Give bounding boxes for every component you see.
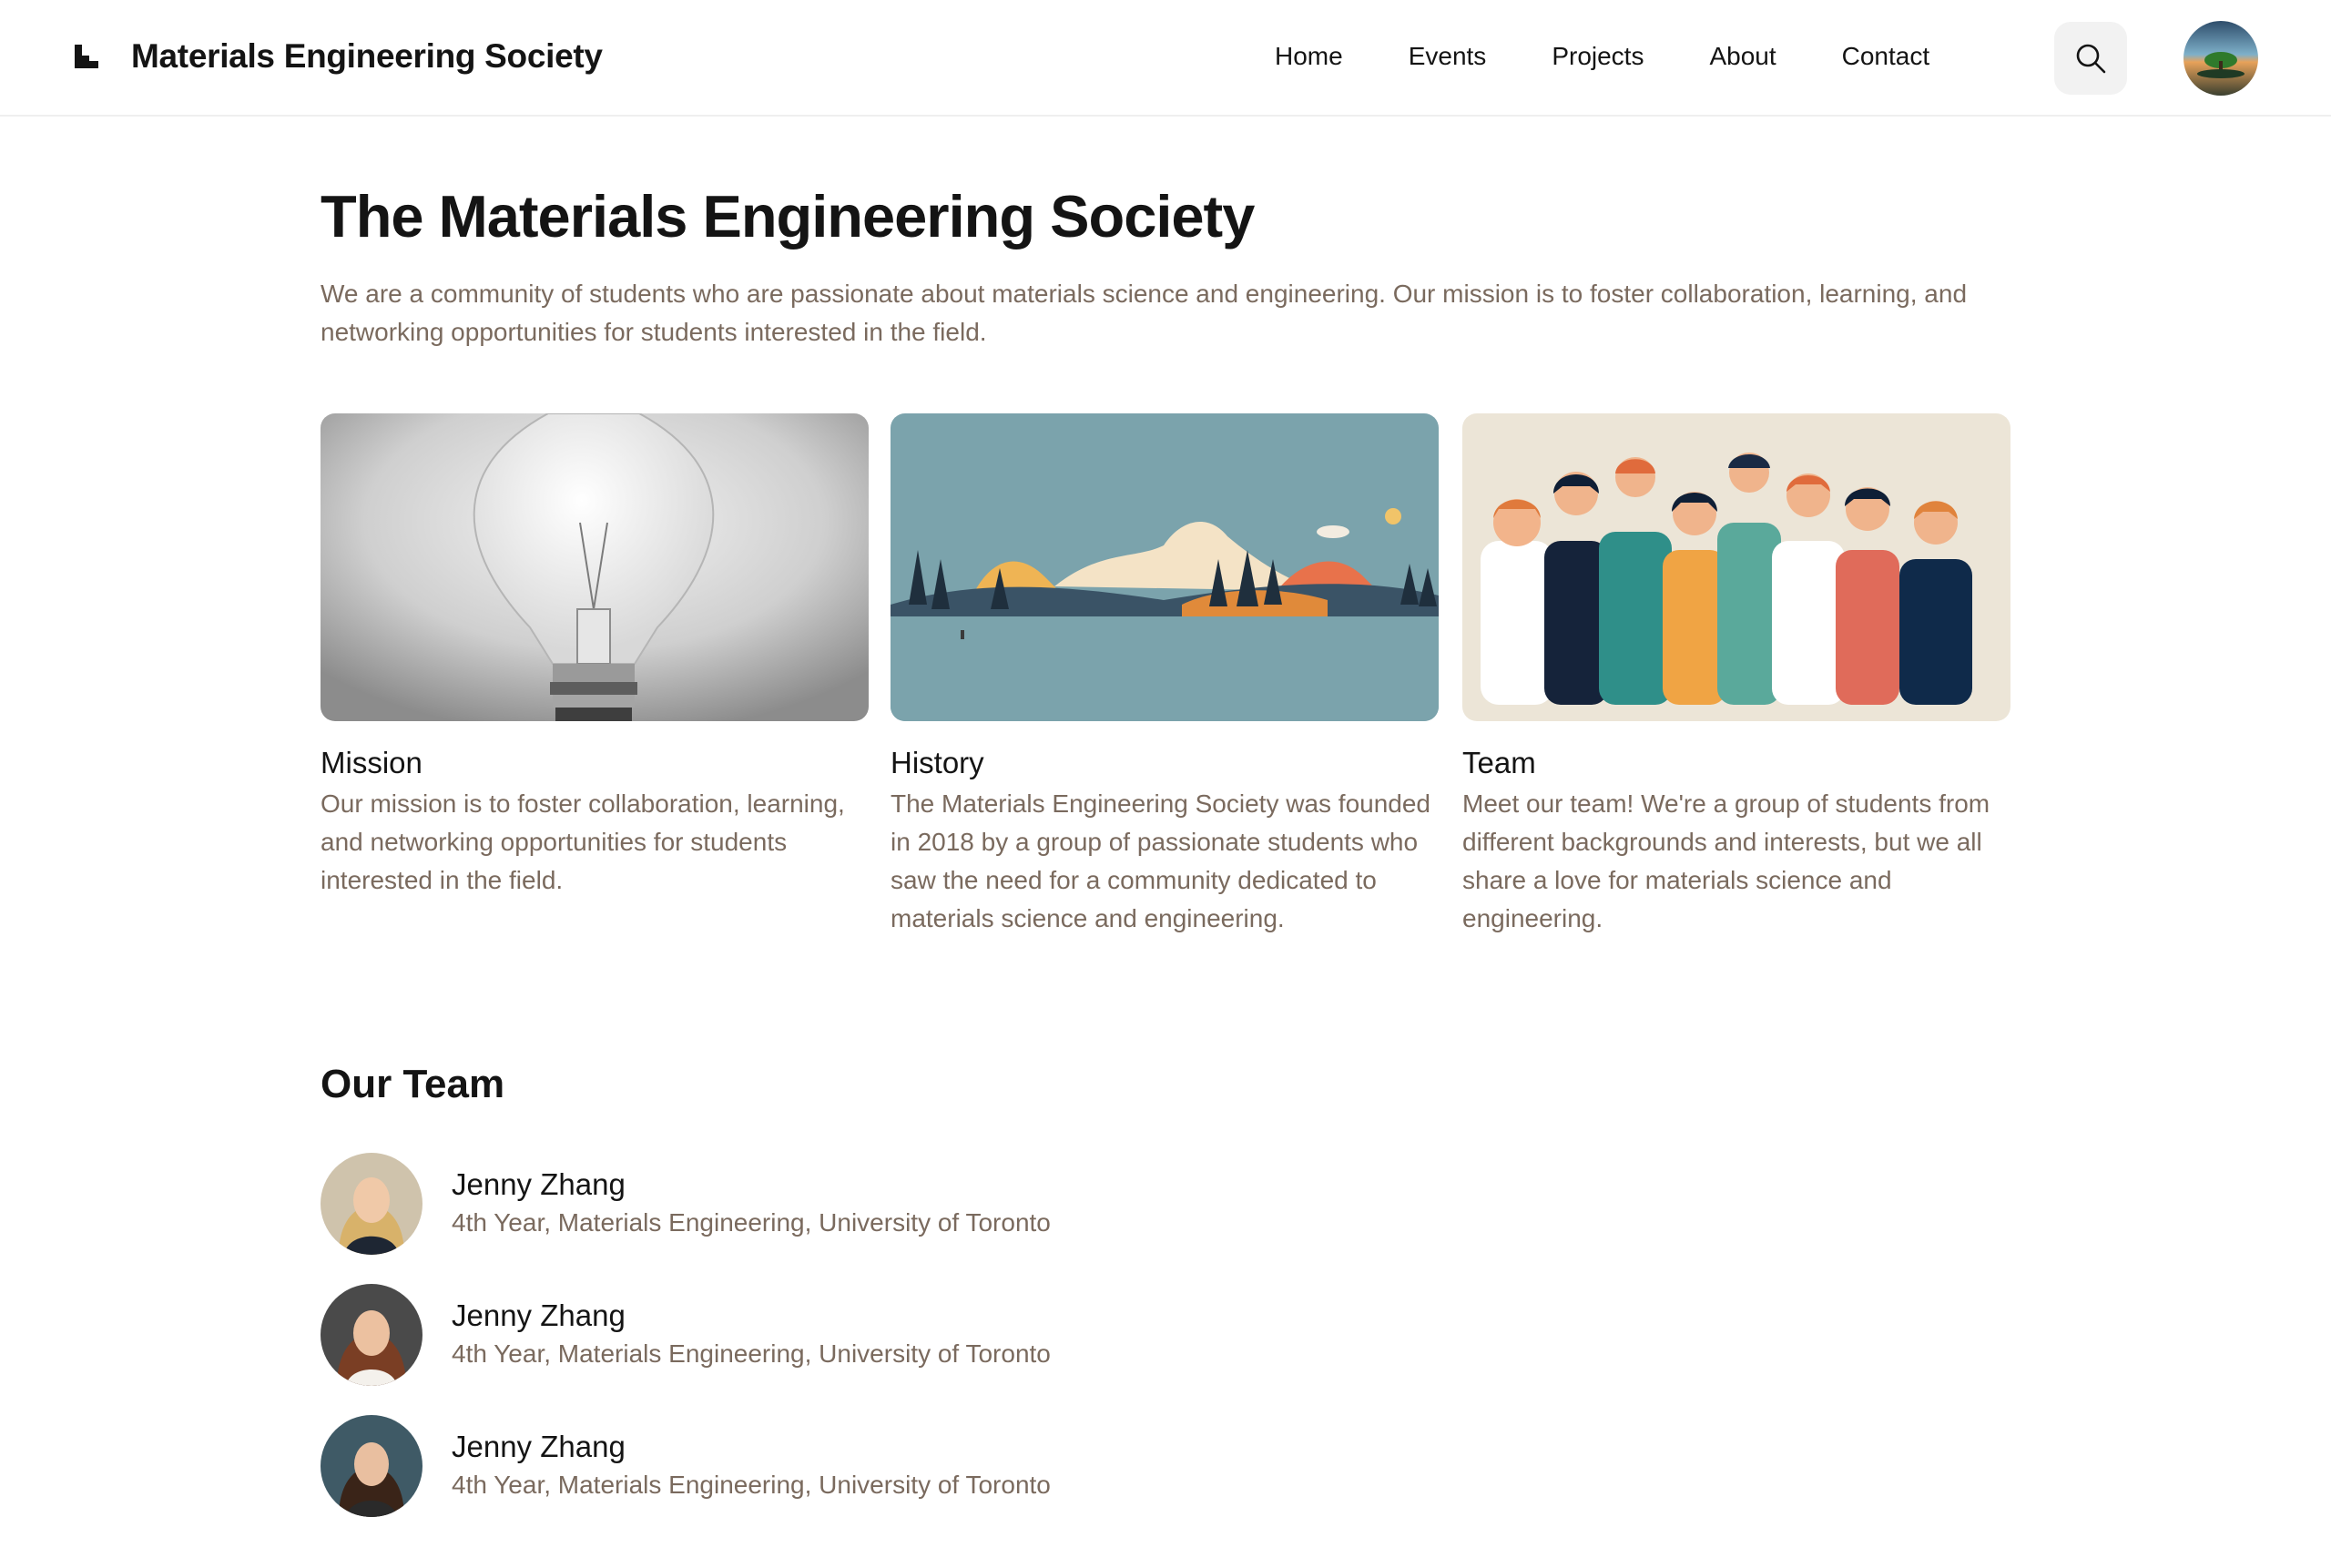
card-mission: Mission Our mission is to foster collabo… (321, 413, 869, 900)
intro-paragraph: We are a community of students who are p… (321, 280, 1968, 346)
card-title: Team (1462, 746, 1536, 779)
member-name: Jenny Zhang (452, 1298, 626, 1332)
card-history: History The Materials Engineering Societ… (891, 413, 1439, 938)
main-nav: Home Events Projects About Contact (1275, 0, 1929, 113)
member-avatar (321, 1284, 422, 1386)
top-navigation-bar: Materials Engineering Society Home Event… (0, 0, 2331, 117)
profile-avatar[interactable] (2183, 21, 2258, 96)
nav-about[interactable]: About (1709, 42, 1776, 71)
card-team: Team Meet our team! We're a group of stu… (1462, 413, 2010, 938)
member-name: Jenny Zhang (452, 1430, 626, 1463)
landscape-image (891, 413, 1439, 721)
team-member[interactable]: Jenny Zhang 4th Year, Materials Engineer… (321, 1284, 1140, 1386)
page-title: The Materials Engineering Society (321, 183, 1255, 249)
nav-contact[interactable]: Contact (1842, 42, 1930, 71)
card-text: Our mission is to foster collaboration, … (321, 789, 845, 894)
card-text: The Materials Engineering Society was fo… (891, 789, 1431, 932)
team-section-title: Our Team (321, 1062, 505, 1106)
brand-logo-icon (75, 45, 98, 68)
member-name: Jenny Zhang (452, 1167, 626, 1201)
member-avatar (321, 1415, 422, 1517)
team-member[interactable]: Jenny Zhang 4th Year, Materials Engineer… (321, 1415, 1140, 1517)
nav-events[interactable]: Events (1409, 42, 1487, 71)
portrait-image (321, 1153, 422, 1255)
search-icon (2076, 44, 2106, 74)
card-title: Mission (321, 746, 422, 779)
nav-projects[interactable]: Projects (1552, 42, 1644, 71)
brand-name: Materials Engineering Society (131, 37, 603, 75)
nav-home[interactable]: Home (1275, 42, 1343, 71)
team-illustration-image (1462, 413, 2010, 721)
card-title: History (891, 746, 984, 779)
member-avatar (321, 1153, 422, 1255)
member-role: 4th Year, Materials Engineering, Univers… (452, 1471, 1051, 1499)
member-role: 4th Year, Materials Engineering, Univers… (452, 1339, 1051, 1368)
card-text: Meet our team! We're a group of students… (1462, 789, 1990, 932)
brand[interactable]: Materials Engineering Society (73, 0, 603, 113)
avatar-image (2183, 21, 2258, 96)
member-role: 4th Year, Materials Engineering, Univers… (452, 1208, 1051, 1237)
portrait-image (321, 1415, 422, 1517)
search-button[interactable] (2054, 22, 2127, 95)
lightbulb-image (321, 413, 869, 721)
team-member[interactable]: Jenny Zhang 4th Year, Materials Engineer… (321, 1153, 1140, 1255)
portrait-image (321, 1284, 422, 1386)
